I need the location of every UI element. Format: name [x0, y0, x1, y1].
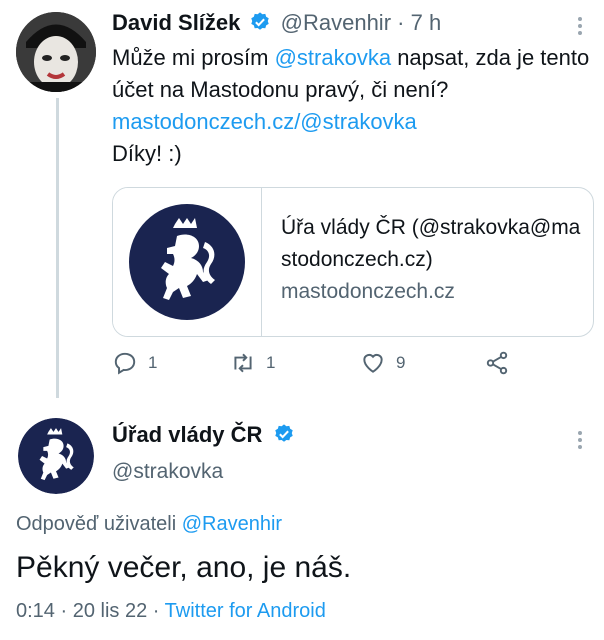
czech-lion-emblem-icon [18, 418, 94, 494]
tweet1-actions: 1 1 9 [112, 350, 532, 382]
reply-count: 1 [148, 353, 158, 372]
reply-date[interactable]: 20 lis 22 [73, 600, 148, 622]
heart-icon [363, 353, 383, 373]
reply-prefix: Odpověď uživateli [16, 513, 182, 535]
meta-dot: · [152, 600, 160, 622]
retweet-icon [234, 353, 252, 373]
reply-author-name[interactable]: Úřad vlády ČR [112, 422, 262, 447]
retweet-count: 1 [266, 353, 276, 372]
tweet1-header: David Slížek @Ravenhir · 7 h [112, 10, 441, 40]
reply-button[interactable]: 1 [112, 350, 157, 376]
retweet-button[interactable]: 1 [230, 350, 275, 376]
more-options-icon[interactable] [578, 14, 584, 38]
meta-dot: · [60, 600, 68, 622]
reply-time[interactable]: 0:14 [16, 600, 55, 622]
verified-badge-icon [249, 11, 271, 39]
card-title: Úřa vlády ČR (@strakovka@mastodonczech.c… [281, 216, 581, 271]
source-link[interactable]: Twitter for Android [165, 600, 326, 622]
mention-link[interactable]: @strakovka [275, 45, 391, 70]
share-icon [486, 351, 508, 375]
reply-text: Pěkný večer, ano, je náš. [16, 551, 352, 584]
thread-line [56, 98, 59, 398]
url-link[interactable]: mastodonczech.cz/@strakovka [112, 109, 417, 134]
card-image [113, 188, 262, 336]
tweet-time[interactable]: 7 h [411, 10, 442, 35]
reply-author-avatar[interactable] [18, 418, 94, 494]
link-preview-card[interactable]: Úřa vlády ČR (@strakovka@mastodonczech.c… [112, 187, 594, 337]
author-name[interactable]: David Slížek [112, 10, 240, 35]
like-count: 9 [396, 353, 406, 372]
like-button[interactable]: 9 [360, 350, 405, 376]
card-domain: mastodonczech.cz [281, 280, 455, 303]
author-handle[interactable]: @Ravenhir [281, 10, 391, 35]
text-part-1: Může mi prosím [112, 45, 275, 70]
replying-to: Odpověď uživateli @Ravenhir [16, 513, 282, 536]
reply-to-mention[interactable]: @Ravenhir [182, 513, 282, 535]
reply-icon [114, 352, 136, 375]
czech-lion-emblem-icon [129, 204, 245, 320]
mime-face-icon [16, 12, 96, 92]
text-part-3: Díky! :) [112, 141, 182, 166]
reply-author-block: Úřad vlády ČR @strakovka [112, 422, 295, 484]
card-text-block: Úřa vlády ČR (@strakovka@mastodonczech.c… [281, 212, 581, 308]
verified-badge-icon [273, 423, 295, 451]
tweet1-text: Může mi prosím @strakovka napsat, zda je… [112, 42, 592, 170]
share-button[interactable] [484, 350, 520, 376]
separator-dot: · [397, 10, 405, 35]
tweet-meta: 0:14 · 20 lis 22 · Twitter for Android [16, 600, 326, 623]
more-options-icon[interactable] [578, 428, 584, 452]
author-avatar[interactable] [16, 12, 96, 92]
reply-author-handle[interactable]: @strakovka [112, 460, 295, 484]
